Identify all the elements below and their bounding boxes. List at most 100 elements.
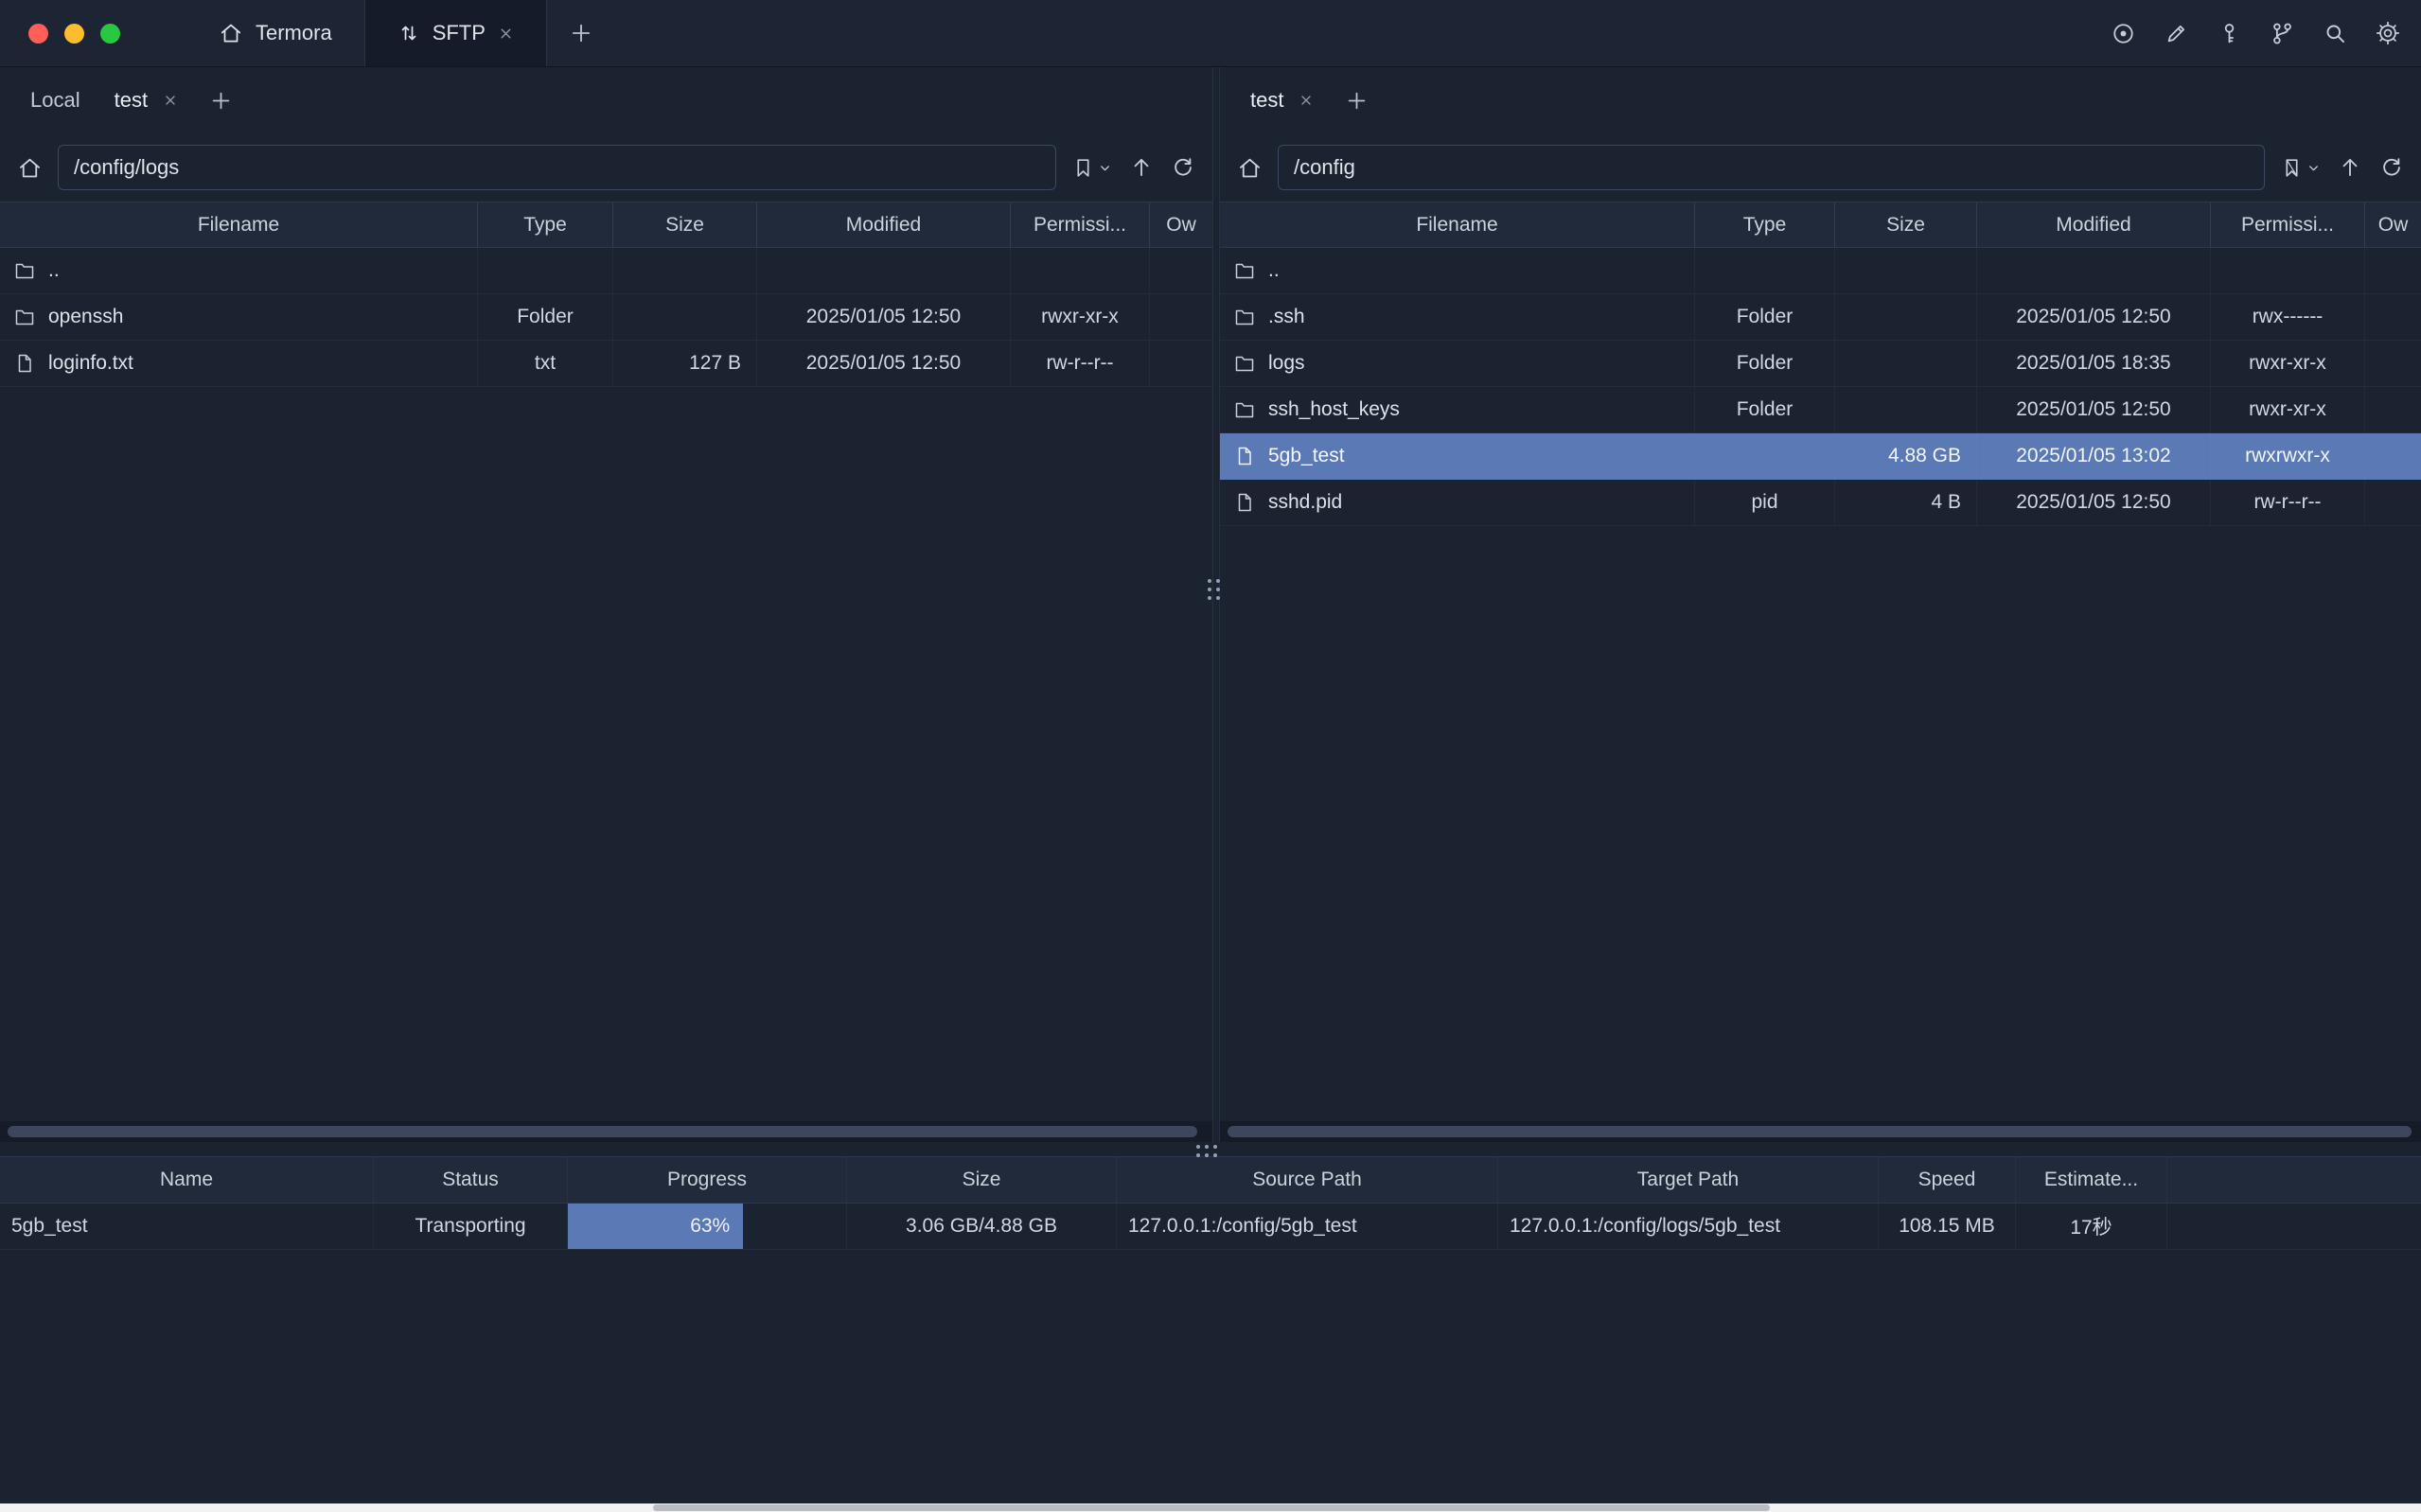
column-header-name[interactable]: Name — [0, 1157, 374, 1203]
column-header-modified[interactable]: Modified — [757, 202, 1011, 247]
column-header-target-path[interactable]: Target Path — [1498, 1157, 1879, 1203]
transfer-source-path: 127.0.0.1:/config/5gb_test — [1117, 1204, 1498, 1249]
file-icon — [1233, 445, 1256, 467]
table-row[interactable]: ssh_host_keys Folder 2025/01/05 12:50 rw… — [1220, 387, 2421, 433]
column-header-size[interactable]: Size — [613, 202, 757, 247]
bookmark-button[interactable] — [2280, 156, 2321, 180]
filename: logs — [1268, 352, 1305, 375]
local-path-actions — [1071, 155, 1195, 180]
refresh-icon[interactable] — [1171, 155, 1195, 180]
local-pathbar — [0, 133, 1212, 202]
home-icon — [219, 21, 243, 45]
column-header-source-path[interactable]: Source Path — [1117, 1157, 1498, 1203]
tab-test-right[interactable]: test — [1233, 67, 1331, 133]
close-icon[interactable] — [498, 26, 514, 42]
new-pane-tab-button[interactable] — [1344, 88, 1370, 114]
minimize-window-button[interactable] — [64, 24, 84, 44]
column-header-permissions[interactable]: Permissi... — [1011, 202, 1150, 247]
column-header-permissions[interactable]: Permissi... — [2211, 202, 2365, 247]
transfer-name: 5gb_test — [0, 1204, 374, 1249]
column-header-filename[interactable]: Filename — [0, 202, 478, 247]
search-icon[interactable] — [2321, 19, 2349, 47]
parent-directory-icon[interactable] — [1129, 155, 1154, 180]
table-row[interactable]: loginfo.txt txt 127 B 2025/01/05 12:50 r… — [0, 341, 1212, 387]
settings-icon[interactable] — [2374, 19, 2402, 47]
bottom-scrollbar-thumb[interactable] — [653, 1504, 1770, 1511]
edit-icon[interactable] — [2162, 19, 2190, 47]
branch-icon[interactable] — [2268, 19, 2296, 47]
progress-label: 63% — [690, 1215, 730, 1238]
transfer-progress-bar: 63% — [568, 1204, 847, 1249]
scrollbar-thumb[interactable] — [1228, 1126, 2412, 1137]
column-header-estimate[interactable]: Estimate... — [2016, 1157, 2167, 1203]
local-pane-tabs: Local test — [0, 67, 1212, 133]
file-icon — [1233, 491, 1256, 514]
tab-termora[interactable]: Termora — [186, 0, 364, 66]
refresh-icon[interactable] — [2379, 155, 2404, 180]
home-icon[interactable] — [17, 155, 43, 181]
transfer-status: Transporting — [374, 1204, 568, 1249]
close-window-button[interactable] — [28, 24, 48, 44]
transfer-panel: Name Status Progress Size Source Path Ta… — [0, 1156, 2421, 1250]
tab-sftp[interactable]: SFTP — [364, 0, 547, 66]
tab-test-left[interactable]: test — [97, 67, 195, 133]
column-header-owner[interactable]: Ow — [1150, 202, 1212, 247]
table-row[interactable]: .ssh Folder 2025/01/05 12:50 rwx------ — [1220, 294, 2421, 341]
column-header-owner[interactable]: Ow — [2365, 202, 2421, 247]
table-row-selected[interactable]: 5gb_test 4.88 GB 2025/01/05 13:02 rwxrwx… — [1220, 433, 2421, 480]
table-row[interactable]: sshd.pid pid 4 B 2025/01/05 12:50 rw-r--… — [1220, 480, 2421, 526]
home-icon[interactable] — [1237, 155, 1263, 181]
remote-horizontal-scrollbar — [1220, 1121, 2421, 1142]
transfer-size: 3.06 GB/4.88 GB — [847, 1204, 1117, 1249]
column-header-modified[interactable]: Modified — [1977, 202, 2211, 247]
new-pane-tab-button[interactable] — [208, 88, 234, 114]
transfer-estimate: 17秒 — [2016, 1204, 2167, 1249]
tab-test-right-label: test — [1250, 88, 1283, 113]
transfer-table-header: Name Status Progress Size Source Path Ta… — [0, 1156, 2421, 1204]
close-icon[interactable] — [163, 93, 178, 108]
column-header-type[interactable]: Type — [478, 202, 613, 247]
table-row[interactable]: .. — [0, 248, 1212, 294]
vertical-splitter-handle[interactable] — [1208, 579, 1220, 600]
filename: .ssh — [1268, 306, 1305, 328]
remote-path-actions — [2280, 155, 2404, 180]
parent-directory-icon[interactable] — [2338, 155, 2362, 180]
remote-table-header: Filename Type Size Modified Permissi... … — [1220, 202, 2421, 248]
column-header-status[interactable]: Status — [374, 1157, 568, 1203]
local-path-input[interactable] — [58, 145, 1056, 190]
close-icon[interactable] — [1299, 93, 1314, 108]
table-row[interactable]: .. — [1220, 248, 2421, 294]
tab-test-left-label: test — [115, 88, 148, 113]
tab-local[interactable]: Local — [13, 67, 97, 133]
column-header-filename[interactable]: Filename — [1220, 202, 1695, 247]
folder-icon — [13, 259, 36, 282]
remote-path-input[interactable] — [1278, 145, 2265, 190]
chevron-down-icon — [2306, 161, 2321, 175]
filename: sshd.pid — [1268, 491, 1342, 514]
table-row[interactable]: logs Folder 2025/01/05 18:35 rwxr-xr-x — [1220, 341, 2421, 387]
horizontal-splitter-handle[interactable] — [1196, 1145, 1217, 1157]
folder-icon — [1233, 259, 1256, 282]
bottom-scrollbar-track — [0, 1503, 2421, 1512]
transfer-row[interactable]: 5gb_test Transporting 63% 3.06 GB/4.88 G… — [0, 1204, 2421, 1250]
progress-fill: 63% — [568, 1204, 743, 1249]
local-table-header: Filename Type Size Modified Permissi... … — [0, 202, 1212, 248]
scrollbar-thumb[interactable] — [8, 1126, 1197, 1137]
filename: ssh_host_keys — [1268, 398, 1400, 421]
zoom-window-button[interactable] — [100, 24, 120, 44]
filename: loginfo.txt — [48, 352, 133, 375]
column-header-progress[interactable]: Progress — [568, 1157, 847, 1203]
column-header-speed[interactable]: Speed — [1879, 1157, 2016, 1203]
column-header-size[interactable]: Size — [1835, 202, 1977, 247]
chevron-down-icon — [1098, 161, 1112, 175]
key-icon[interactable] — [2215, 19, 2243, 47]
window-controls — [0, 24, 149, 44]
record-icon[interactable] — [2109, 19, 2137, 47]
table-row[interactable]: openssh Folder 2025/01/05 12:50 rwxr-xr-… — [0, 294, 1212, 341]
bookmark-button[interactable] — [1071, 156, 1112, 180]
remote-pane-tabs: test — [1220, 67, 2421, 133]
file-icon — [13, 352, 36, 375]
column-header-size[interactable]: Size — [847, 1157, 1117, 1203]
column-header-type[interactable]: Type — [1695, 202, 1835, 247]
new-tab-button[interactable] — [568, 20, 594, 46]
